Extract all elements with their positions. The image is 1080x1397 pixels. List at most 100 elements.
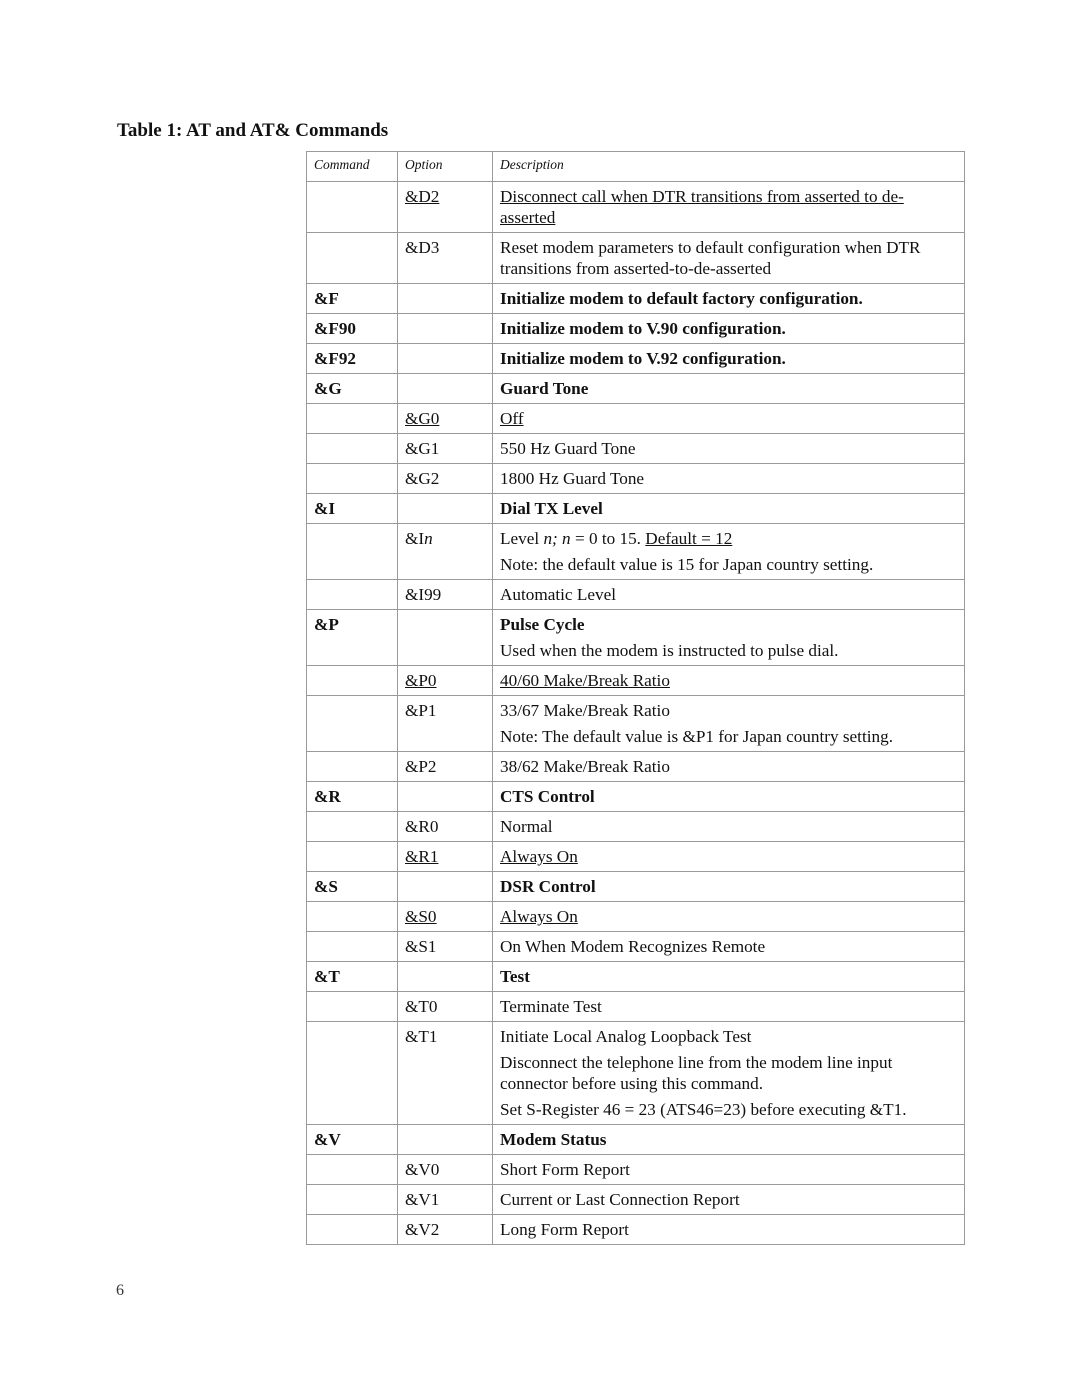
description-cell: Modem Status — [492, 1124, 965, 1155]
option-cell — [397, 871, 493, 902]
table-row: &V2 Long Form Report — [306, 1214, 965, 1245]
option-cell: &S0 — [397, 901, 493, 932]
option-cell: &T0 — [397, 991, 493, 1022]
option-cell — [397, 493, 493, 524]
note-text: Note: The default value is &P1 for Japan… — [500, 727, 893, 746]
description-cell: Current or Last Connection Report — [492, 1184, 965, 1215]
command-cell: &V — [306, 1124, 398, 1155]
command-cell: &R — [306, 781, 398, 812]
description-text: Always On — [500, 847, 578, 866]
command-cell — [306, 1021, 398, 1125]
description-cell: Pulse Cycle Used when the modem is instr… — [492, 609, 965, 666]
header-command: Command — [306, 151, 398, 182]
table-row: &I Dial TX Level — [306, 493, 965, 524]
table-row: &D3 Reset modem parameters to default co… — [306, 232, 965, 284]
table-header-row: Command Option Description — [306, 151, 965, 182]
table-row: &T0 Terminate Test — [306, 991, 965, 1022]
option-cell: &G2 — [397, 463, 493, 494]
table-row: &T Test — [306, 961, 965, 992]
option-cell — [397, 343, 493, 374]
command-cell — [306, 841, 398, 872]
command-cell — [306, 403, 398, 434]
table-row: &P1 33/67 Make/Break Ratio Note: The def… — [306, 695, 965, 752]
option-text: &S0 — [405, 907, 437, 926]
option-cell: &V2 — [397, 1214, 493, 1245]
table-row: &F92 Initialize modem to V.92 configurat… — [306, 343, 965, 374]
command-cell: &G — [306, 373, 398, 404]
description-cell: Normal — [492, 811, 965, 842]
description-cell: 550 Hz Guard Tone — [492, 433, 965, 464]
command-cell: &S — [306, 871, 398, 902]
description-cell: Reset modem parameters to default config… — [492, 232, 965, 284]
table-row: &S1 On When Modem Recognizes Remote — [306, 931, 965, 962]
option-text: &G0 — [405, 409, 440, 428]
command-cell: &F — [306, 283, 398, 314]
option-cell: &D3 — [397, 232, 493, 284]
command-cell: &F92 — [306, 343, 398, 374]
option-cell: &R1 — [397, 841, 493, 872]
option-cell — [397, 609, 493, 666]
command-cell — [306, 463, 398, 494]
note-text: Used when the modem is instructed to pul… — [500, 641, 839, 660]
table-row: &V Modem Status — [306, 1124, 965, 1155]
table-row: &S0 Always On — [306, 901, 965, 932]
description-text: Initiate Local Analog Loopback Test — [500, 1027, 752, 1046]
table-row: &In Level n; n = 0 to 15. Default = 12 N… — [306, 523, 965, 580]
description-cell: Automatic Level — [492, 579, 965, 610]
description-cell: Level n; n = 0 to 15. Default = 12 Note:… — [492, 523, 965, 580]
table-row: &V1 Current or Last Connection Report — [306, 1184, 965, 1215]
option-cell — [397, 1124, 493, 1155]
option-cell: &G0 — [397, 403, 493, 434]
description-text: 40/60 Make/Break Ratio — [500, 671, 670, 690]
option-cell: &R0 — [397, 811, 493, 842]
option-cell — [397, 313, 493, 344]
option-cell: &P1 — [397, 695, 493, 752]
description-cell: Initialize modem to default factory conf… — [492, 283, 965, 314]
description-cell: Guard Tone — [492, 373, 965, 404]
command-cell: &F90 — [306, 313, 398, 344]
description-text: 33/67 Make/Break Ratio — [500, 701, 670, 720]
table-row: &V0 Short Form Report — [306, 1154, 965, 1185]
table-row: &D2 Disconnect call when DTR transitions… — [306, 181, 965, 233]
command-cell — [306, 433, 398, 464]
description-text: = 0 to 15. — [570, 529, 646, 548]
option-variable: n — [424, 529, 433, 548]
option-text: &R1 — [405, 847, 439, 866]
description-cell: 33/67 Make/Break Ratio Note: The default… — [492, 695, 965, 752]
table-row: &R CTS Control — [306, 781, 965, 812]
table-row: &T1 Initiate Local Analog Loopback Test … — [306, 1021, 965, 1125]
description-cell: 38/62 Make/Break Ratio — [492, 751, 965, 782]
description-cell: Disconnect call when DTR transitions fro… — [492, 181, 965, 233]
at-commands-table: Command Option Description &D2 Disconnec… — [306, 151, 965, 1245]
option-cell — [397, 961, 493, 992]
description-text: Level — [500, 529, 544, 548]
description-cell: Off — [492, 403, 965, 434]
command-cell — [306, 1214, 398, 1245]
command-cell — [306, 991, 398, 1022]
option-cell: &V0 — [397, 1154, 493, 1185]
command-cell: &I — [306, 493, 398, 524]
command-cell: &T — [306, 961, 398, 992]
command-cell — [306, 1184, 398, 1215]
header-option: Option — [397, 151, 493, 182]
note-text: Set S-Register 46 = 23 (ATS46=23) before… — [500, 1100, 907, 1119]
description-cell: Initiate Local Analog Loopback Test Disc… — [492, 1021, 965, 1125]
command-cell — [306, 811, 398, 842]
table-row: &G0 Off — [306, 403, 965, 434]
table-row: &F Initialize modem to default factory c… — [306, 283, 965, 314]
table-row: &P0 40/60 Make/Break Ratio — [306, 665, 965, 696]
option-cell: &In — [397, 523, 493, 580]
option-cell — [397, 283, 493, 314]
description-text: Always On — [500, 907, 578, 926]
option-cell — [397, 781, 493, 812]
description-cell: Dial TX Level — [492, 493, 965, 524]
option-cell: &P0 — [397, 665, 493, 696]
header-description: Description — [492, 151, 965, 182]
description-cell: On When Modem Recognizes Remote — [492, 931, 965, 962]
description-cell: Terminate Test — [492, 991, 965, 1022]
table-row: &I99 Automatic Level — [306, 579, 965, 610]
option-prefix: &I — [405, 529, 425, 548]
table-row: &R1 Always On — [306, 841, 965, 872]
page-number: 6 — [116, 1282, 124, 1299]
table-row: &R0 Normal — [306, 811, 965, 842]
